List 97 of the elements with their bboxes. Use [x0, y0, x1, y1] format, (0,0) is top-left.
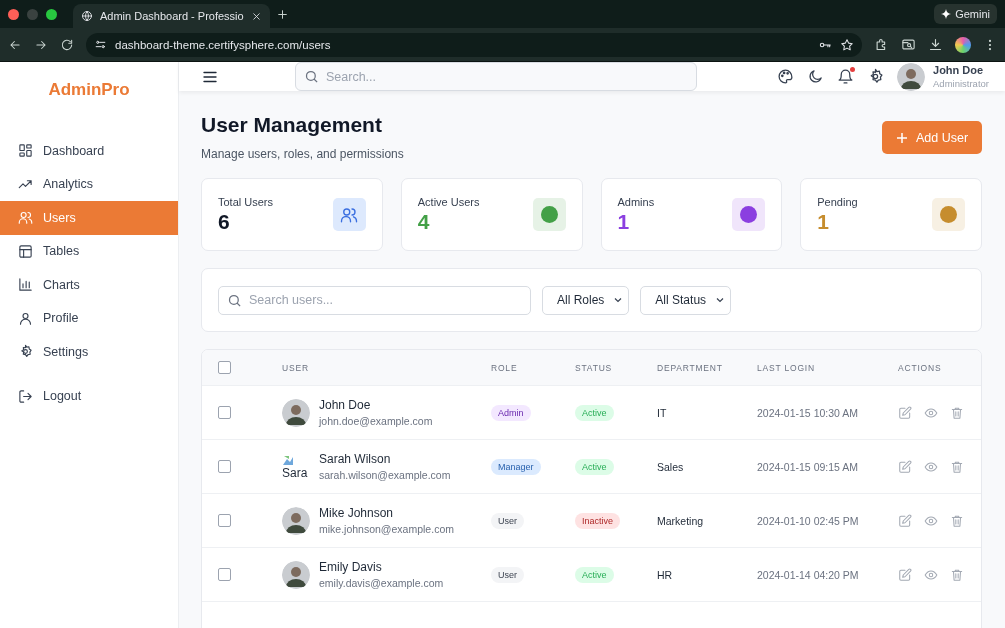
- last-login-cell-text: 2024-01-14 04:20 PM: [757, 568, 860, 581]
- palette-icon[interactable]: [777, 68, 795, 85]
- users-icon: [340, 205, 359, 224]
- stat-value: 1: [817, 209, 830, 234]
- role-tag: User: [491, 512, 524, 529]
- role-dropdown[interactable]: All Roles: [542, 285, 630, 315]
- bar-chart-icon: [18, 277, 33, 293]
- row-checkbox[interactable]: [218, 460, 231, 473]
- column-header: STATUS: [575, 362, 614, 373]
- plus-icon: [895, 131, 908, 144]
- user-name: Sarah Wilson: [319, 452, 392, 466]
- last-login-cell-text: 2024-01-15 09:15 AM: [757, 460, 859, 473]
- user-role: Administrator: [933, 78, 989, 89]
- stat-label: Pending: [817, 195, 858, 208]
- column-header: USER: [282, 362, 310, 373]
- logout-icon: [18, 388, 33, 404]
- row-checkbox[interactable]: [218, 568, 231, 581]
- stat-value: 4: [417, 209, 431, 234]
- caret-icon: [614, 296, 623, 304]
- table-icon: [18, 243, 33, 259]
- caret-icon: [716, 296, 725, 304]
- maximize-window-icon[interactable]: [46, 8, 57, 20]
- app-logo: AdminPro: [48, 80, 130, 100]
- moon-icon[interactable]: [807, 68, 825, 85]
- avatar-icon: [897, 62, 926, 91]
- stat-label: Admins: [617, 195, 655, 208]
- tab-search-icon[interactable]: [901, 37, 916, 52]
- column-header: ROLE: [491, 362, 519, 373]
- status-dot-icon: [740, 206, 758, 223]
- stat-label: Total Users: [218, 195, 274, 208]
- broken-image-icon: [282, 453, 294, 466]
- avatar-alt-text: Sara: [282, 465, 308, 480]
- profile-icon[interactable]: [955, 36, 971, 53]
- last-login-cell-text: 2024-01-15 10:30 AM: [757, 406, 859, 419]
- sidebar-item[interactable]: Dashboard: [0, 134, 178, 168]
- status-dot-icon: [940, 206, 957, 223]
- stat-value: 6: [218, 209, 231, 234]
- user-email: sarah.wilson@example.com: [319, 469, 451, 481]
- user-email: emily.davis@example.com: [319, 577, 444, 589]
- download-icon[interactable]: [928, 37, 943, 52]
- browser-tab[interactable]: Admin Dashboard - Professio: [73, 4, 270, 28]
- status-dot-icon: [540, 206, 558, 223]
- avatar-icon: [282, 560, 310, 589]
- status-dropdown[interactable]: All Status: [640, 285, 732, 315]
- gemini-button[interactable]: Gemini: [934, 4, 997, 24]
- sidebar-item[interactable]: Analytics: [0, 167, 178, 201]
- stat-value: 1: [617, 209, 631, 234]
- avatar-icon: [282, 398, 310, 427]
- settings-icon: [18, 344, 33, 360]
- row-checkbox[interactable]: [218, 361, 231, 374]
- department-cell-text: HR: [657, 568, 674, 581]
- row-checkbox[interactable]: [218, 406, 231, 419]
- close-window-icon[interactable]: [8, 8, 19, 20]
- logout-link[interactable]: Logout: [0, 379, 178, 413]
- column-header: LAST LOGIN: [757, 362, 816, 373]
- search-field[interactable]: Search...: [295, 62, 697, 91]
- user-name: Emily Davis: [319, 560, 383, 574]
- department-cell-text: IT: [657, 406, 668, 419]
- user-email: john.doe@example.com: [319, 415, 433, 427]
- star-icon[interactable]: [840, 37, 854, 52]
- sidebar-item[interactable]: Charts: [0, 268, 178, 302]
- grid-icon: [18, 143, 33, 159]
- user-search-field[interactable]: Search users...: [218, 285, 531, 315]
- department-cell-text: Sales: [657, 460, 685, 473]
- status-tag: Active: [575, 404, 614, 421]
- sparkle-icon: [941, 9, 952, 19]
- role-tag: Admin: [491, 404, 531, 421]
- sidebar-item[interactable]: Settings: [0, 335, 178, 369]
- last-login-cell-text: 2024-01-10 02:45 PM: [757, 514, 860, 527]
- status-tag: Active: [575, 566, 614, 583]
- user-name: John Doe: [319, 398, 372, 412]
- column-header: DEPARTMENT: [657, 362, 724, 373]
- site-settings-icon[interactable]: [94, 38, 107, 51]
- globe-icon[interactable]: [81, 10, 93, 22]
- user-name: John Doe: [933, 64, 985, 76]
- address-bar[interactable]: dashboard-theme.certifysphere.com/users: [86, 32, 862, 57]
- stat-label: Active Users: [417, 195, 480, 208]
- role-tag: User: [491, 566, 524, 583]
- reload-icon[interactable]: [60, 37, 74, 52]
- role-tag: Manager: [491, 458, 541, 475]
- user-email: mike.johnson@example.com: [319, 523, 454, 535]
- sidebar-item[interactable]: Tables: [0, 234, 178, 268]
- avatar-icon: [282, 506, 310, 535]
- close-icon[interactable]: [250, 10, 262, 22]
- status-tag: Inactive: [575, 512, 621, 529]
- person-icon: [18, 310, 33, 326]
- department-cell-text: Marketing: [657, 514, 705, 527]
- page-subtitle: Manage users, roles, and permissions: [201, 147, 404, 161]
- user-name: Mike Johnson: [319, 506, 395, 520]
- new-tab-icon[interactable]: [275, 7, 289, 21]
- row-checkbox[interactable]: [218, 514, 231, 527]
- users-icon: [18, 210, 33, 226]
- sidebar-item[interactable]: Profile: [0, 301, 178, 335]
- status-tag: Active: [575, 458, 614, 475]
- page-title: User Management: [201, 113, 383, 137]
- column-header: ACTIONS: [898, 362, 943, 373]
- bell-icon[interactable]: [837, 68, 855, 85]
